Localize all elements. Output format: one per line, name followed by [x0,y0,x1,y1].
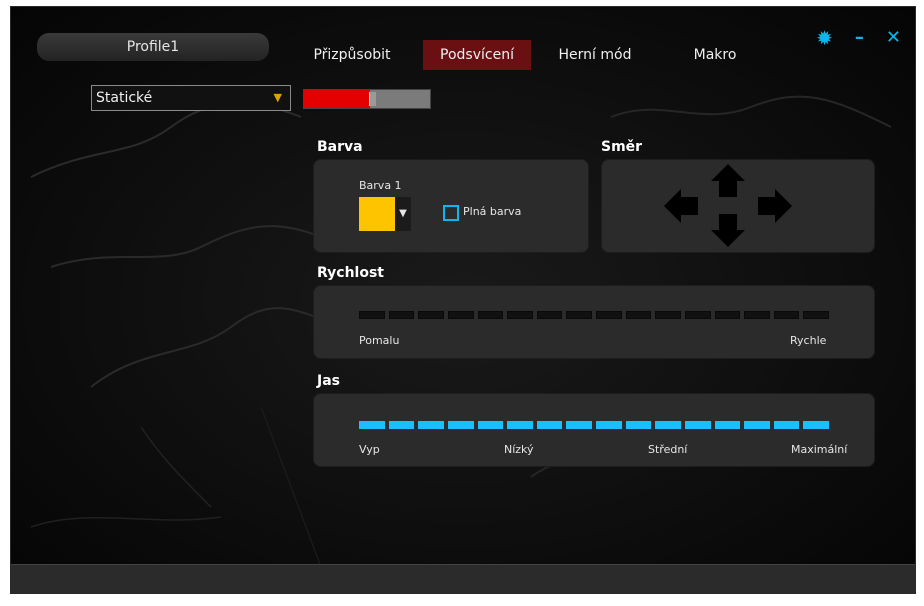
brightness-label-maximalni: Maximální [791,443,848,456]
speed-segment[interactable] [684,311,711,319]
brightness-segment[interactable] [359,421,385,429]
arrow-up-icon [711,164,745,197]
speed-max-label: Rychle [790,334,827,347]
section-title-rychlost: Rychlost [317,265,384,281]
slider-thumb[interactable] [369,92,376,106]
brightness-segment[interactable] [507,421,533,429]
brightness-segment[interactable] [773,421,800,429]
color-swatch-dropdown[interactable]: ▼ [395,197,411,231]
speed-min-label: Pomalu [359,334,400,347]
brightness-segment[interactable] [536,421,563,429]
section-title-smer: Směr [601,139,643,155]
main-tabs: Přizpůsobit Podsvícení Herní mód Makro [291,31,791,73]
rychlost-panel: Pomalu Rychle [313,285,875,359]
section-title-jas: Jas [317,373,340,389]
barva-panel: Barva 1 ▼ Plná barva [313,159,589,253]
brightness-label-nizky: Nízký [504,443,534,456]
brightness-segment[interactable] [803,421,829,429]
speed-segment[interactable] [566,311,592,319]
tab-makro[interactable]: Makro [679,40,751,70]
brightness-toggle-slider[interactable] [303,89,431,109]
app-window: Profile1 Přizpůsobit Podsvícení Herní mó… [10,6,916,594]
plna-barva-checkbox[interactable] [443,205,459,221]
brightness-segment[interactable] [477,421,504,429]
speed-segment[interactable] [625,311,652,319]
speed-segment[interactable] [803,311,829,319]
brightness-segment[interactable] [596,421,622,429]
brightness-segment[interactable] [714,421,741,429]
speed-segment[interactable] [388,311,415,319]
window-controls: ✹ – ✕ [816,28,901,48]
lighting-mode-value: Statické [96,90,153,106]
minimize-icon[interactable]: – [855,29,864,47]
brightness-segment[interactable] [388,421,415,429]
speed-segment[interactable] [596,311,622,319]
section-title-barva: Barva [317,139,363,155]
smer-panel [601,159,875,253]
profile-tab[interactable]: Profile1 [37,33,269,61]
brightness-label-stredni: Střední [648,443,688,456]
brightness-segment[interactable] [744,421,770,429]
brightness-segment[interactable] [625,421,652,429]
brightness-segment[interactable] [684,421,711,429]
gear-icon[interactable]: ✹ [816,28,833,48]
arrow-left-icon [664,189,698,223]
color-swatch[interactable] [359,197,395,231]
brightness-segment[interactable] [655,421,681,429]
tab-podsviceni[interactable]: Podsvícení [423,40,531,70]
brightness-label-vyp: Vyp [359,443,380,456]
arrow-right-icon [758,189,792,223]
speed-segment[interactable] [507,311,533,319]
speed-segment[interactable] [714,311,741,319]
brightness-segment[interactable] [447,421,474,429]
jas-panel: Vyp Nízký Střední Maximální [313,393,875,467]
lighting-mode-select[interactable]: Statické ▼ [91,85,291,111]
speed-segment[interactable] [655,311,681,319]
brightness-segment[interactable] [566,421,592,429]
arrow-down-icon [711,214,745,247]
bottom-status-bar [11,564,915,593]
speed-slider-track[interactable] [359,311,829,319]
speed-segment[interactable] [773,311,800,319]
tab-herni-mod[interactable]: Herní mód [549,40,641,70]
brightness-slider-track[interactable] [359,421,829,429]
brightness-segment[interactable] [418,421,444,429]
speed-segment[interactable] [744,311,770,319]
speed-segment[interactable] [359,311,385,319]
speed-segment[interactable] [418,311,444,319]
plna-barva-label: Plná barva [463,205,522,218]
direction-arrows [664,164,792,247]
chevron-down-icon: ▼ [273,91,282,104]
barva-1-label: Barva 1 [359,179,402,192]
speed-segment[interactable] [447,311,474,319]
speed-segment[interactable] [536,311,563,319]
close-icon[interactable]: ✕ [886,29,901,47]
tab-prizpusobit[interactable]: Přizpůsobit [307,40,397,70]
slider-fill [304,90,370,108]
speed-segment[interactable] [477,311,504,319]
